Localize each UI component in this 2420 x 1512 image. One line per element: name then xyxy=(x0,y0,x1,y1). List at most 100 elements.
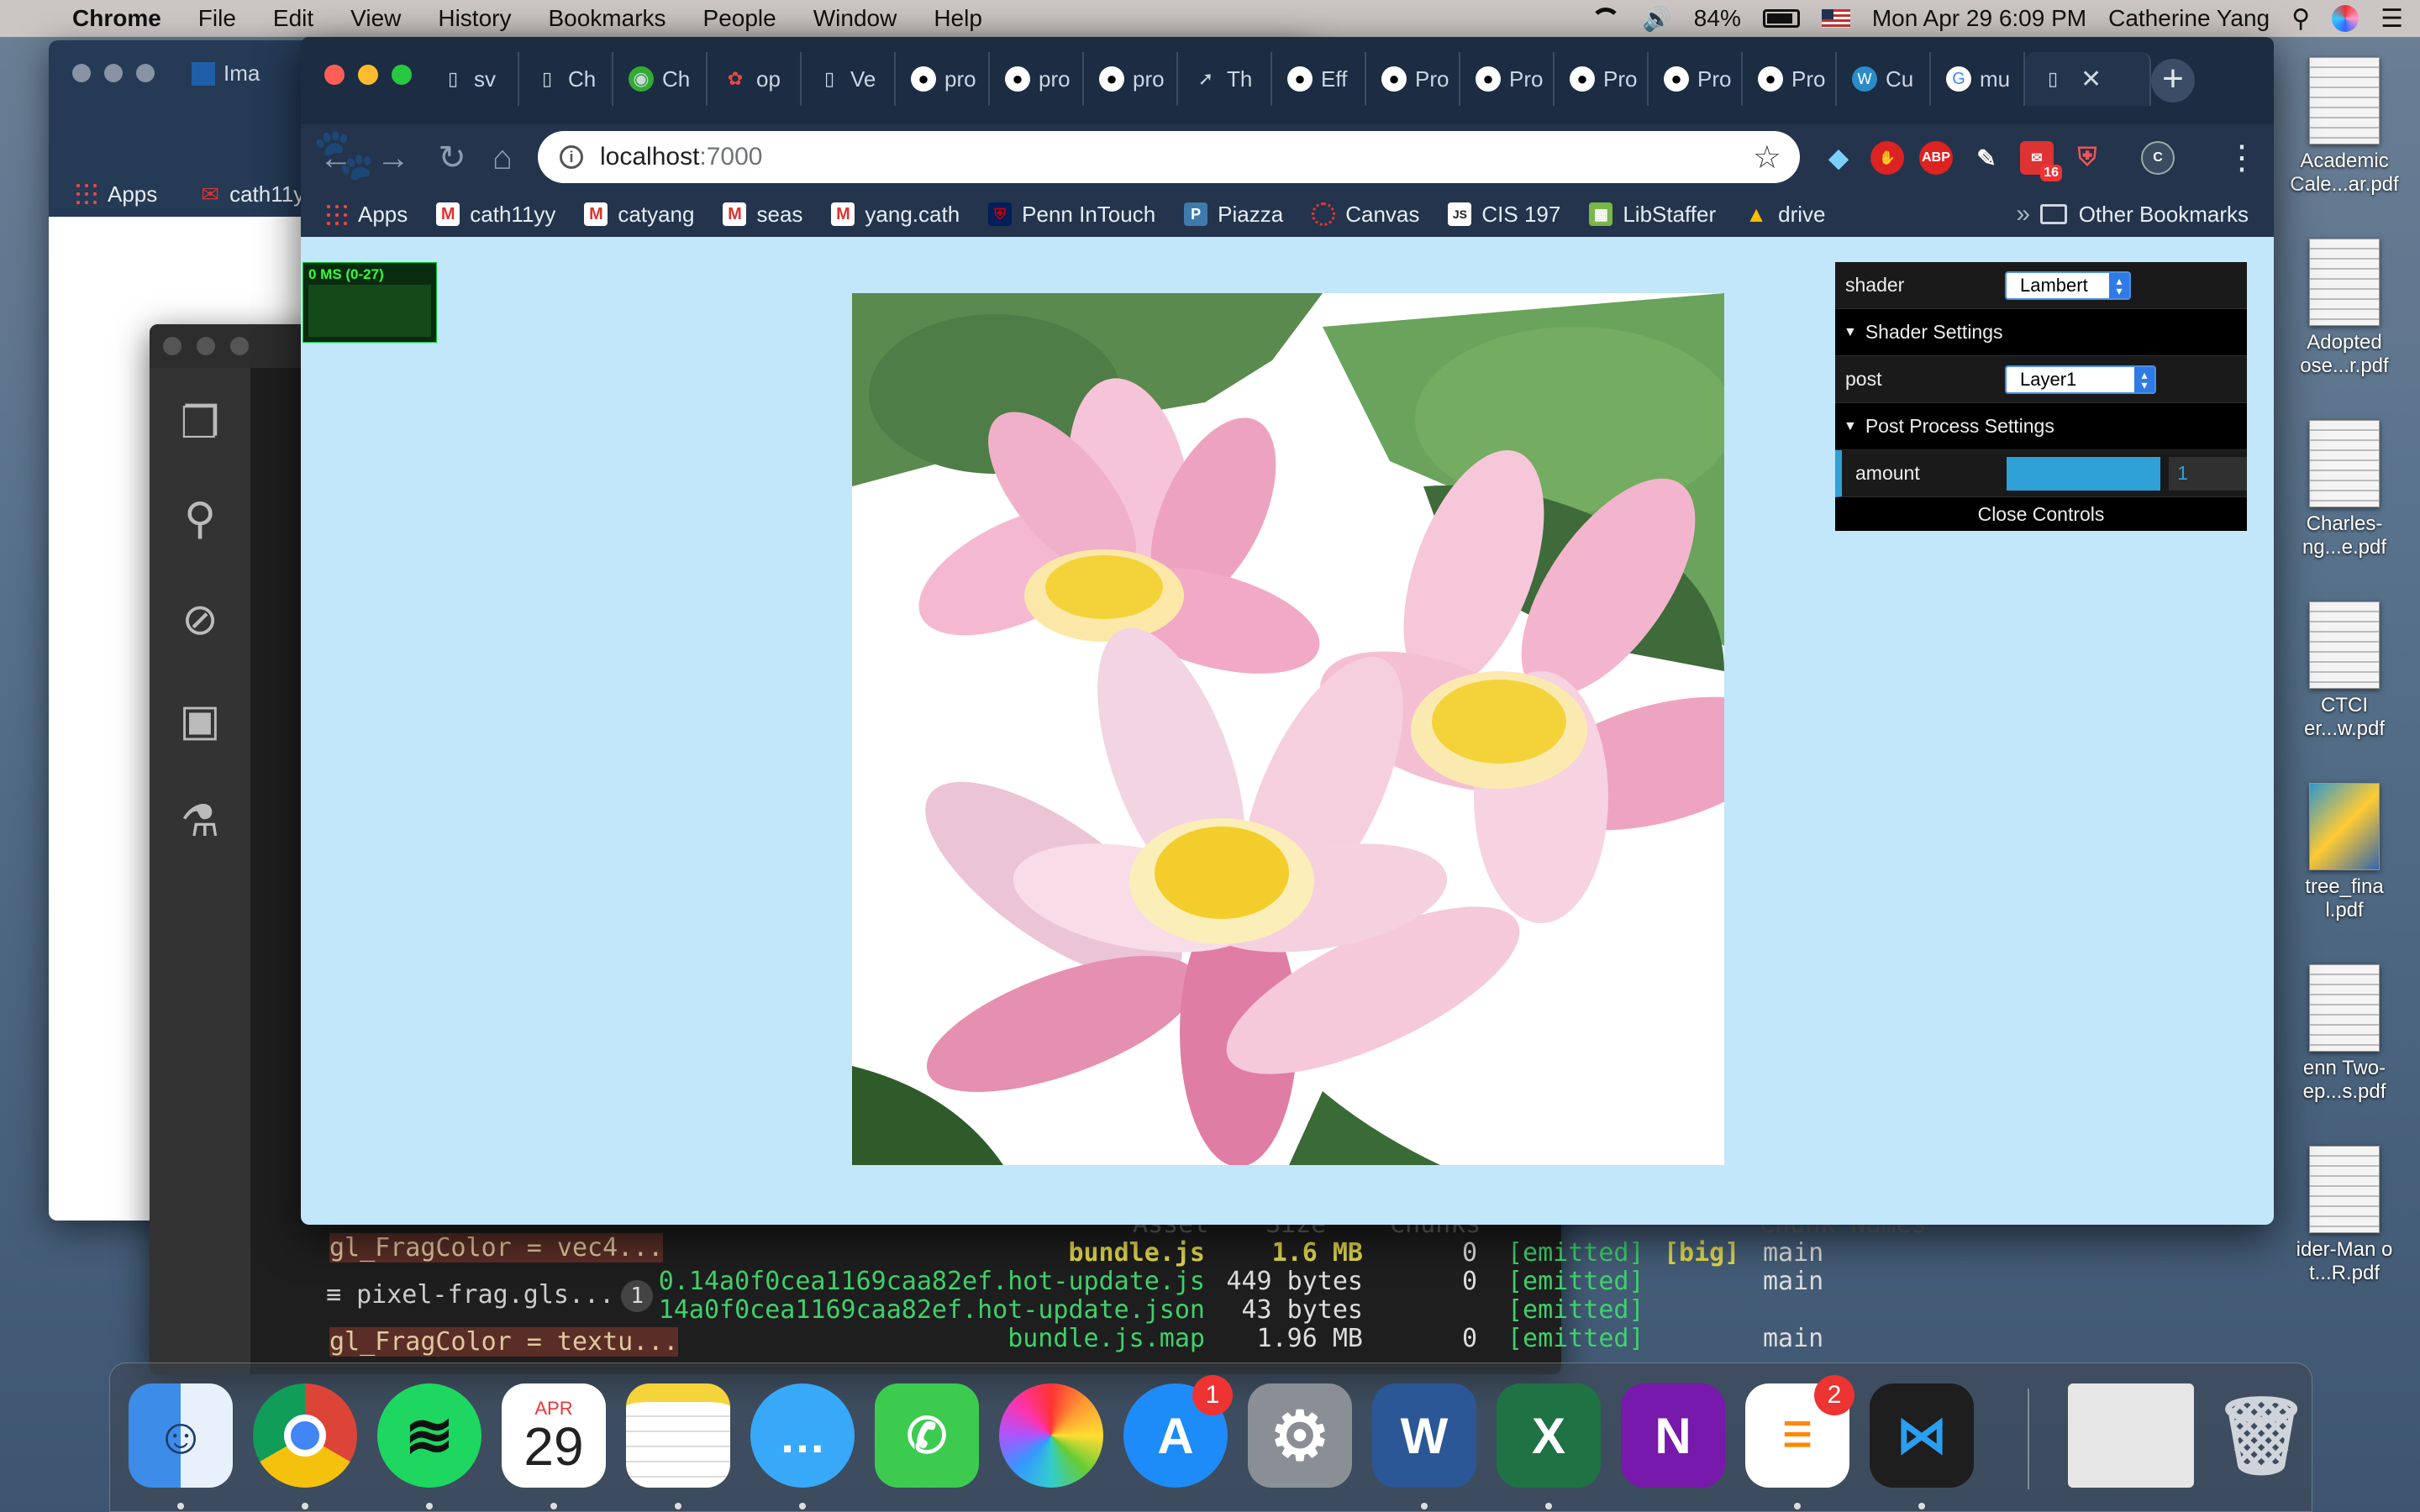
bookmark-libstaffer[interactable]: ▦ LibStaffer xyxy=(1589,202,1716,228)
onenote-icon[interactable]: N xyxy=(1621,1383,1725,1488)
no-debug-icon[interactable]: ⊘ xyxy=(175,595,225,645)
menu-view[interactable]: View xyxy=(332,5,419,32)
tab-active[interactable]: ▯ ✕ xyxy=(2025,52,2151,106)
menu-file[interactable]: File xyxy=(180,5,255,32)
tab[interactable]: ● Pro xyxy=(1649,52,1743,106)
close-tab-icon[interactable]: ✕ xyxy=(2081,65,2102,94)
excel-icon[interactable]: X xyxy=(1497,1383,1601,1488)
bookmark-gmail[interactable]: Mcatyang xyxy=(584,202,694,228)
tab[interactable]: W Cu xyxy=(1837,52,1931,106)
input-source-flag-icon[interactable] xyxy=(1821,9,1850,28)
menu-app-chrome[interactable]: Chrome xyxy=(54,5,180,32)
background-tab[interactable]: Ima xyxy=(192,60,260,87)
shader-settings-folder[interactable]: ▼ Shader Settings xyxy=(1835,309,2247,356)
editor-snippet[interactable]: gl_FragColor = textu... xyxy=(329,1327,679,1357)
close-controls-button[interactable]: Close Controls xyxy=(1835,497,2247,531)
test-flask-icon[interactable]: ⚗ xyxy=(175,796,225,847)
siri-icon[interactable] xyxy=(2332,5,2360,32)
bookmark-gmail[interactable]: Mseas xyxy=(723,202,802,228)
desktop-file-pdf[interactable]: Academic Cale...ar.pdf xyxy=(2286,57,2403,197)
wifi-icon[interactable] xyxy=(1590,8,1621,29)
bookmark-penn-intouch[interactable]: ⛨ Penn InTouch xyxy=(988,202,1155,228)
tab[interactable]: ▯ Ch xyxy=(519,52,613,106)
menu-history[interactable]: History xyxy=(419,5,529,32)
back-arrow-icon[interactable]: ← xyxy=(318,139,355,176)
menu-bookmarks[interactable]: Bookmarks xyxy=(529,5,684,32)
explorer-icon[interactable]: ❐ xyxy=(175,398,225,449)
stop-hand-extension-icon[interactable]: ✋ xyxy=(1870,141,1904,175)
editor-snippet[interactable]: gl_FragColor = vec4... xyxy=(329,1233,664,1263)
vscode-icon[interactable]: ⋈ xyxy=(1870,1383,1974,1488)
tab[interactable]: ● Pro xyxy=(1366,52,1460,106)
profile-avatar[interactable]: C xyxy=(2141,141,2175,175)
other-bookmarks-folder[interactable]: Other Bookmarks xyxy=(2039,202,2249,228)
finder-icon[interactable]: ☺ xyxy=(129,1383,233,1488)
zoom-window-button[interactable] xyxy=(392,65,412,85)
notification-center-icon[interactable]: ☰ xyxy=(2381,4,2403,34)
desktop-file-pdf[interactable]: enn Two- ep...s.pdf xyxy=(2286,964,2403,1104)
notes-icon[interactable] xyxy=(626,1383,730,1488)
tab[interactable]: ▯ sv xyxy=(425,52,519,106)
minimize-window-button[interactable] xyxy=(358,65,378,85)
bookmark-gmail[interactable]: Mcath11yy xyxy=(436,202,555,228)
diamond-extension-icon[interactable]: ◆ xyxy=(1822,141,1855,175)
trash-icon[interactable]: 🗑 xyxy=(2209,1383,2313,1488)
home-icon[interactable]: ⌂ xyxy=(484,139,521,176)
system-preferences-icon[interactable]: ⚙ xyxy=(1248,1383,1352,1488)
close-window-button[interactable] xyxy=(324,65,345,85)
post-select[interactable]: Layer1 ▴ ▾ xyxy=(2005,365,2156,394)
tab[interactable]: ● Pro xyxy=(1555,52,1649,106)
background-bookmark-apps[interactable]: Apps ✉ cath11y xyxy=(74,181,304,207)
clock[interactable]: Mon Apr 29 6:09 PM xyxy=(1872,5,2086,32)
tab[interactable]: ● Pro xyxy=(1743,52,1837,106)
spotlight-search-icon[interactable]: ⚲ xyxy=(2291,4,2310,34)
word-icon[interactable]: W xyxy=(1372,1383,1476,1488)
address-bar[interactable]: i localhost:7000 ☆ xyxy=(538,131,1800,183)
adblock-plus-icon[interactable]: ABP xyxy=(1919,141,1953,175)
info-icon[interactable]: i xyxy=(560,145,583,169)
tab[interactable]: ● pro xyxy=(990,52,1084,106)
desktop-file-pdf[interactable]: Adopted ose...r.pdf xyxy=(2286,239,2403,378)
chrome-window-thumbnail-icon[interactable] xyxy=(2068,1383,2194,1488)
bookmark-drive[interactable]: ▲ drive xyxy=(1744,202,1825,228)
chrome-menu-icon[interactable]: ⋮ xyxy=(2223,139,2260,176)
reload-icon[interactable]: ↻ xyxy=(434,139,471,176)
bookmark-piazza[interactable]: P Piazza xyxy=(1184,202,1283,228)
menu-window[interactable]: Window xyxy=(795,5,916,32)
amount-slider[interactable] xyxy=(2006,456,2161,491)
menu-people[interactable]: People xyxy=(685,5,795,32)
bookmark-apps[interactable]: Apps xyxy=(324,202,408,228)
stats-fps-panel[interactable]: 0 MS (0-27) xyxy=(302,262,437,343)
bookmark-canvas[interactable]: Canvas xyxy=(1312,202,1419,228)
tab[interactable]: ◉ Ch xyxy=(613,52,708,106)
battery-percent[interactable]: 84% xyxy=(1694,5,1741,32)
desktop-file-pdf[interactable]: ider-Man o t...R.pdf xyxy=(2286,1146,2403,1285)
shader-select[interactable]: Lambert ▴ ▾ xyxy=(2005,270,2131,300)
bookmark-cis-197[interactable]: JS CIS 197 xyxy=(1448,202,1560,228)
tab[interactable]: ● pro xyxy=(896,52,990,106)
file-entry[interactable]: ≡ pixel-frag.gls... 1 xyxy=(326,1280,654,1312)
calendar-icon[interactable]: APR 29 xyxy=(502,1383,606,1488)
chrome-icon[interactable] xyxy=(253,1383,357,1488)
extensions-icon[interactable]: ▣ xyxy=(175,696,225,746)
more-bookmarks-chevron-icon[interactable]: » xyxy=(2016,200,2030,228)
menu-edit[interactable]: Edit xyxy=(255,5,332,32)
new-tab-button[interactable]: + xyxy=(2151,59,2195,102)
tab[interactable]: ● Eff xyxy=(1272,52,1366,106)
tab[interactable]: ▯ Ve xyxy=(802,52,896,106)
user-name[interactable]: Catherine Yang xyxy=(2108,5,2270,32)
desktop-file-pdf[interactable]: Charles- ng...e.pdf xyxy=(2286,420,2403,559)
tab[interactable]: ➚ Th xyxy=(1178,52,1272,106)
shield-extension-icon[interactable]: ⛨ xyxy=(2070,141,2104,175)
battery-icon[interactable] xyxy=(1762,9,1800,28)
messages-icon[interactable]: … xyxy=(750,1383,855,1488)
tab[interactable]: Gmu xyxy=(1931,52,2025,106)
eyedropper-extension-icon[interactable]: ✎ xyxy=(1970,141,2003,175)
facetime-icon[interactable]: ✆ xyxy=(875,1383,979,1488)
reminders-icon[interactable]: ☰ 2 xyxy=(1745,1375,1854,1488)
menu-help[interactable]: Help xyxy=(915,5,1001,32)
post-process-settings-folder[interactable]: ▼ Post Process Settings xyxy=(1835,403,2247,450)
bookmark-gmail[interactable]: Myang.cath xyxy=(831,202,960,228)
mail-checker-icon[interactable]: ✉ 16 xyxy=(2020,141,2062,181)
search-icon[interactable]: ⚲ xyxy=(175,494,225,544)
